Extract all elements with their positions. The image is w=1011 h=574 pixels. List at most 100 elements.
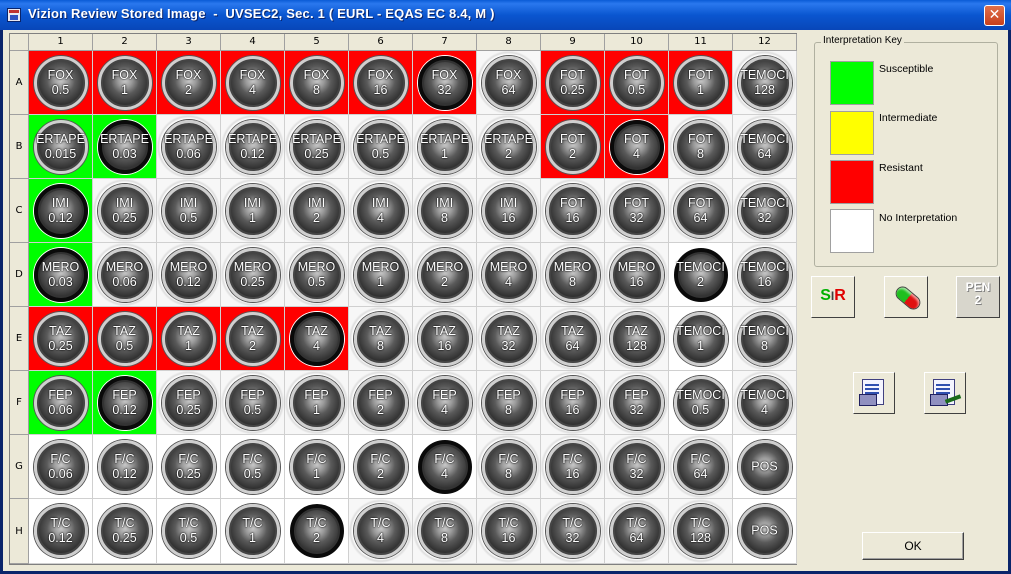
well-D2[interactable]: MERO 0.06 xyxy=(93,243,157,307)
well-A11[interactable]: FOT 1 xyxy=(669,51,733,115)
well-E3[interactable]: TAZ 1 xyxy=(157,307,221,371)
well-G4[interactable]: F/C 0.5 xyxy=(221,435,285,499)
well-B4[interactable]: ERTAPE 0.12 xyxy=(221,115,285,179)
well-C9[interactable]: FOT 16 xyxy=(541,179,605,243)
well-G6[interactable]: F/C 2 xyxy=(349,435,413,499)
well-E9[interactable]: TAZ 64 xyxy=(541,307,605,371)
well-A8[interactable]: FOX 64 xyxy=(477,51,541,115)
well-E11[interactable]: TEMOCI 1 xyxy=(669,307,733,371)
well-E2[interactable]: TAZ 0.5 xyxy=(93,307,157,371)
well-G2[interactable]: F/C 0.12 xyxy=(93,435,157,499)
well-F6[interactable]: FEP 2 xyxy=(349,371,413,435)
well-C12[interactable]: TEMOCI 32 xyxy=(733,179,797,243)
well-C7[interactable]: IMI 8 xyxy=(413,179,477,243)
well-D4[interactable]: MERO 0.25 xyxy=(221,243,285,307)
well-E6[interactable]: TAZ 8 xyxy=(349,307,413,371)
well-F10[interactable]: FEP 32 xyxy=(605,371,669,435)
well-A10[interactable]: FOT 0.5 xyxy=(605,51,669,115)
well-E10[interactable]: TAZ 128 xyxy=(605,307,669,371)
well-D3[interactable]: MERO 0.12 xyxy=(157,243,221,307)
well-G10[interactable]: F/C 32 xyxy=(605,435,669,499)
well-C4[interactable]: IMI 1 xyxy=(221,179,285,243)
well-H11[interactable]: T/C 128 xyxy=(669,499,733,564)
well-F9[interactable]: FEP 16 xyxy=(541,371,605,435)
well-C1[interactable]: IMI 0.12 xyxy=(29,179,93,243)
well-B1[interactable]: ERTAPE 0.015 xyxy=(29,115,93,179)
well-G11[interactable]: F/C 64 xyxy=(669,435,733,499)
well-A2[interactable]: FOX 1 xyxy=(93,51,157,115)
well-G9[interactable]: F/C 16 xyxy=(541,435,605,499)
well-B6[interactable]: ERTAPE 0.5 xyxy=(349,115,413,179)
well-E8[interactable]: TAZ 32 xyxy=(477,307,541,371)
well-D10[interactable]: MERO 16 xyxy=(605,243,669,307)
well-B12[interactable]: TEMOCI 64 xyxy=(733,115,797,179)
well-B11[interactable]: FOT 8 xyxy=(669,115,733,179)
well-F11[interactable]: TEMOCI 0.5 xyxy=(669,371,733,435)
well-D12[interactable]: TEMOCI 16 xyxy=(733,243,797,307)
well-B8[interactable]: ERTAPE 2 xyxy=(477,115,541,179)
well-A1[interactable]: FOX 0.5 xyxy=(29,51,93,115)
well-B5[interactable]: ERTAPE 0.25 xyxy=(285,115,349,179)
close-button[interactable]: ✕ xyxy=(984,5,1005,26)
edit-print-button[interactable] xyxy=(924,372,966,414)
well-D6[interactable]: MERO 1 xyxy=(349,243,413,307)
title-bar[interactable]: Vizion Review Stored Image - UVSEC2, Sec… xyxy=(0,0,1011,30)
well-D11[interactable]: TEMOCI 2 xyxy=(669,243,733,307)
app-icon[interactable] xyxy=(7,8,21,22)
well-A5[interactable]: FOX 8 xyxy=(285,51,349,115)
well-D1[interactable]: MERO 0.03 xyxy=(29,243,93,307)
pen-button[interactable]: PEN 2 xyxy=(956,276,1000,318)
well-F5[interactable]: FEP 1 xyxy=(285,371,349,435)
print-button[interactable] xyxy=(853,372,895,414)
well-A12[interactable]: TEMOCI 128 xyxy=(733,51,797,115)
well-H10[interactable]: T/C 64 xyxy=(605,499,669,564)
well-G12[interactable]: POS xyxy=(733,435,797,499)
drug-button[interactable] xyxy=(884,276,928,318)
well-H5[interactable]: T/C 2 xyxy=(285,499,349,564)
well-F7[interactable]: FEP 4 xyxy=(413,371,477,435)
well-B7[interactable]: ERTAPE 1 xyxy=(413,115,477,179)
well-F2[interactable]: FEP 0.12 xyxy=(93,371,157,435)
well-D9[interactable]: MERO 8 xyxy=(541,243,605,307)
well-G7[interactable]: F/C 4 xyxy=(413,435,477,499)
well-F4[interactable]: FEP 0.5 xyxy=(221,371,285,435)
well-C2[interactable]: IMI 0.25 xyxy=(93,179,157,243)
well-A3[interactable]: FOX 2 xyxy=(157,51,221,115)
well-B9[interactable]: FOT 2 xyxy=(541,115,605,179)
well-G3[interactable]: F/C 0.25 xyxy=(157,435,221,499)
well-H2[interactable]: T/C 0.25 xyxy=(93,499,157,564)
well-F3[interactable]: FEP 0.25 xyxy=(157,371,221,435)
well-F12[interactable]: TEMOCI 4 xyxy=(733,371,797,435)
well-B3[interactable]: ERTAPE 0.06 xyxy=(157,115,221,179)
well-H6[interactable]: T/C 4 xyxy=(349,499,413,564)
well-G8[interactable]: F/C 8 xyxy=(477,435,541,499)
well-H1[interactable]: T/C 0.12 xyxy=(29,499,93,564)
well-F8[interactable]: FEP 8 xyxy=(477,371,541,435)
well-G1[interactable]: F/C 0.06 xyxy=(29,435,93,499)
well-C6[interactable]: IMI 4 xyxy=(349,179,413,243)
sir-button[interactable]: SIR xyxy=(811,276,855,318)
well-A7[interactable]: FOX 32 xyxy=(413,51,477,115)
well-H12[interactable]: POS xyxy=(733,499,797,564)
well-H7[interactable]: T/C 8 xyxy=(413,499,477,564)
well-H8[interactable]: T/C 16 xyxy=(477,499,541,564)
well-D8[interactable]: MERO 4 xyxy=(477,243,541,307)
well-B2[interactable]: ERTAPE 0.03 xyxy=(93,115,157,179)
well-E1[interactable]: TAZ 0.25 xyxy=(29,307,93,371)
well-B10[interactable]: FOT 4 xyxy=(605,115,669,179)
well-D5[interactable]: MERO 0.5 xyxy=(285,243,349,307)
well-H4[interactable]: T/C 1 xyxy=(221,499,285,564)
well-C3[interactable]: IMI 0.5 xyxy=(157,179,221,243)
ok-button[interactable]: OK xyxy=(862,532,964,560)
well-C10[interactable]: FOT 32 xyxy=(605,179,669,243)
well-E5[interactable]: TAZ 4 xyxy=(285,307,349,371)
well-H9[interactable]: T/C 32 xyxy=(541,499,605,564)
well-C8[interactable]: IMI 16 xyxy=(477,179,541,243)
well-E4[interactable]: TAZ 2 xyxy=(221,307,285,371)
well-D7[interactable]: MERO 2 xyxy=(413,243,477,307)
well-C5[interactable]: IMI 2 xyxy=(285,179,349,243)
well-A4[interactable]: FOX 4 xyxy=(221,51,285,115)
well-A9[interactable]: FOT 0.25 xyxy=(541,51,605,115)
well-F1[interactable]: FEP 0.06 xyxy=(29,371,93,435)
well-E7[interactable]: TAZ 16 xyxy=(413,307,477,371)
